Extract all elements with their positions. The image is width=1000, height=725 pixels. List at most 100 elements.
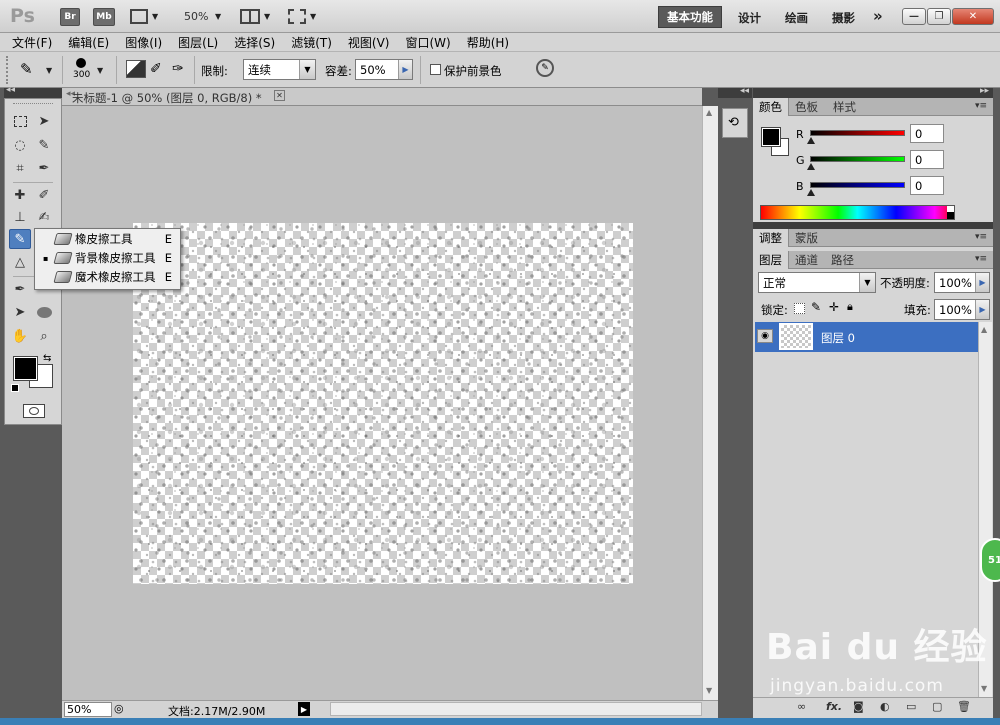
healing-brush-tool-icon[interactable]: ✚: [9, 185, 31, 205]
menu-file[interactable]: 文件(F): [12, 34, 52, 51]
panel-menu-icon[interactable]: ▾≡: [975, 101, 987, 111]
tolerance-input[interactable]: 50% ▶: [355, 59, 413, 80]
close-document-icon[interactable]: ✕: [274, 90, 285, 101]
move-tool-icon[interactable]: ➤: [33, 111, 55, 131]
arrange-dropdown-icon[interactable]: ▼: [264, 12, 270, 21]
lock-transparent-icon[interactable]: [794, 303, 805, 314]
layer-thumbnail[interactable]: [779, 323, 813, 350]
spectrum-black-chip[interactable]: [947, 212, 954, 219]
tab-color[interactable]: 颜色: [753, 98, 789, 116]
workspace-photography[interactable]: 摄影: [832, 10, 855, 26]
scroll-down-icon[interactable]: ▼: [706, 686, 712, 695]
marquee-tool-icon[interactable]: [9, 111, 31, 131]
scroll-up-icon[interactable]: ▲: [706, 108, 712, 117]
scroll-up-icon[interactable]: ▲: [981, 325, 987, 334]
menu-layer[interactable]: 图层(L): [178, 34, 218, 51]
zoom-tool-icon[interactable]: ⌕: [33, 326, 55, 346]
hand-tool-icon[interactable]: ✋: [9, 326, 31, 346]
history-panel-button[interactable]: ⟲: [722, 108, 748, 138]
lock-all-icon[interactable]: 🔒︎: [847, 300, 853, 314]
minimize-button[interactable]: —: [902, 8, 926, 25]
opacity-input[interactable]: 100% ▶: [934, 272, 990, 293]
visibility-eye-icon[interactable]: ◉: [757, 329, 773, 343]
layer-row[interactable]: ◉ 图层 0: [755, 322, 992, 352]
floating-badge[interactable]: 51: [980, 538, 1000, 582]
more-workspaces-icon[interactable]: »: [873, 7, 883, 25]
panel-header[interactable]: ▸▸: [753, 86, 993, 98]
zoom-dropdown-icon[interactable]: ▼: [215, 12, 221, 21]
menu-view[interactable]: 视图(V): [348, 34, 390, 51]
path-selection-tool-icon[interactable]: ➤: [9, 302, 31, 322]
protect-foreground-checkbox[interactable]: [430, 64, 441, 75]
vertical-scrollbar[interactable]: ▲ ▼: [702, 106, 718, 700]
r-slider[interactable]: [810, 130, 905, 136]
menu-edit[interactable]: 编辑(E): [68, 34, 109, 51]
bridge-button[interactable]: Br: [60, 8, 80, 26]
default-colors-icon[interactable]: [11, 384, 19, 392]
g-slider[interactable]: [810, 156, 905, 162]
view-extras-icon[interactable]: [130, 9, 148, 24]
tab-adjustments[interactable]: 调整: [753, 229, 789, 247]
collapse-panels-icon[interactable]: ▸▸: [980, 86, 989, 96]
pen-tool-icon[interactable]: ✒: [9, 279, 31, 299]
limit-select[interactable]: 连续 ▼: [243, 59, 316, 80]
status-info-icon[interactable]: ◎: [114, 702, 124, 715]
brush-tool-icon[interactable]: ✐: [33, 185, 55, 205]
screen-mode-icon[interactable]: [288, 9, 306, 24]
menu-filter[interactable]: 滤镜(T): [291, 34, 332, 51]
quick-mask-icon[interactable]: [23, 404, 45, 418]
toolbox-header[interactable]: ◂◂: [4, 85, 62, 98]
menu-select[interactable]: 选择(S): [234, 34, 275, 51]
background-eraser-tool-icon[interactable]: ✎: [9, 229, 31, 249]
menu-help[interactable]: 帮助(H): [467, 34, 509, 51]
close-button[interactable]: ✕: [952, 8, 994, 25]
mini-bridge-button[interactable]: Mb: [93, 8, 115, 26]
tab-paths[interactable]: 路径: [825, 251, 860, 269]
tab-masks[interactable]: 蒙版: [789, 229, 824, 247]
r-slider-handle[interactable]: [807, 137, 815, 144]
status-zoom[interactable]: 50%: [64, 702, 112, 717]
fill-input[interactable]: 100% ▶: [934, 299, 990, 320]
tool-preset-eraser-icon[interactable]: ✎: [20, 60, 42, 78]
history-brush-tool-icon[interactable]: ✍: [33, 207, 55, 227]
tablet-pressure-icon[interactable]: ✎: [536, 59, 554, 77]
r-input[interactable]: 0: [910, 124, 944, 143]
collapse-icon[interactable]: ◂◂: [6, 85, 15, 95]
workspace-essentials[interactable]: 基本功能: [658, 6, 722, 28]
flyout-item-eraser[interactable]: 橡皮擦工具 E: [35, 230, 180, 248]
crop-tool-icon[interactable]: ⌗: [9, 158, 31, 178]
workspace-design[interactable]: 设计: [738, 10, 761, 26]
sampling-continuous-icon[interactable]: [126, 60, 146, 78]
eyedropper-tool-icon[interactable]: ✒: [33, 158, 55, 178]
brush-picker-dropdown-icon[interactable]: ▼: [97, 66, 103, 75]
image-canvas[interactable]: [133, 223, 633, 584]
sampling-once-icon[interactable]: ✐: [150, 61, 162, 77]
color-spectrum[interactable]: [760, 205, 955, 220]
screen-mode-dropdown-icon[interactable]: ▼: [310, 12, 316, 21]
options-grip[interactable]: [6, 56, 10, 84]
menu-window[interactable]: 窗口(W): [405, 34, 450, 51]
horizontal-scrollbar[interactable]: [330, 702, 702, 716]
panel-menu-icon[interactable]: ▾≡: [975, 254, 987, 264]
toolbox-grip[interactable]: [13, 103, 53, 105]
clone-stamp-tool-icon[interactable]: ⊥: [9, 207, 31, 227]
ellipse-tool-icon[interactable]: [33, 302, 55, 322]
g-input[interactable]: 0: [910, 150, 944, 169]
arrange-documents-icon[interactable]: [240, 9, 260, 24]
lock-position-icon[interactable]: ✛: [829, 300, 839, 314]
layer-name[interactable]: 图层 0: [821, 330, 855, 346]
b-slider[interactable]: [810, 182, 905, 188]
tool-preset-dropdown-icon[interactable]: ▼: [46, 66, 52, 75]
brush-tip-icon[interactable]: [76, 58, 86, 68]
lock-pixels-icon[interactable]: ✎: [811, 300, 821, 314]
quick-selection-tool-icon[interactable]: ✎: [33, 135, 55, 155]
zoom-level[interactable]: 50%: [184, 10, 208, 23]
tab-swatches[interactable]: 色板: [789, 98, 824, 116]
restore-button[interactable]: ❐: [927, 8, 951, 25]
swap-colors-icon[interactable]: ⇆: [43, 353, 51, 364]
blend-mode-select[interactable]: 正常 ▼: [758, 272, 876, 293]
view-extras-dropdown-icon[interactable]: ▼: [152, 12, 158, 21]
tab-styles[interactable]: 样式: [827, 98, 862, 116]
blur-tool-icon[interactable]: △: [9, 252, 31, 272]
workspace-painting[interactable]: 绘画: [785, 10, 808, 26]
